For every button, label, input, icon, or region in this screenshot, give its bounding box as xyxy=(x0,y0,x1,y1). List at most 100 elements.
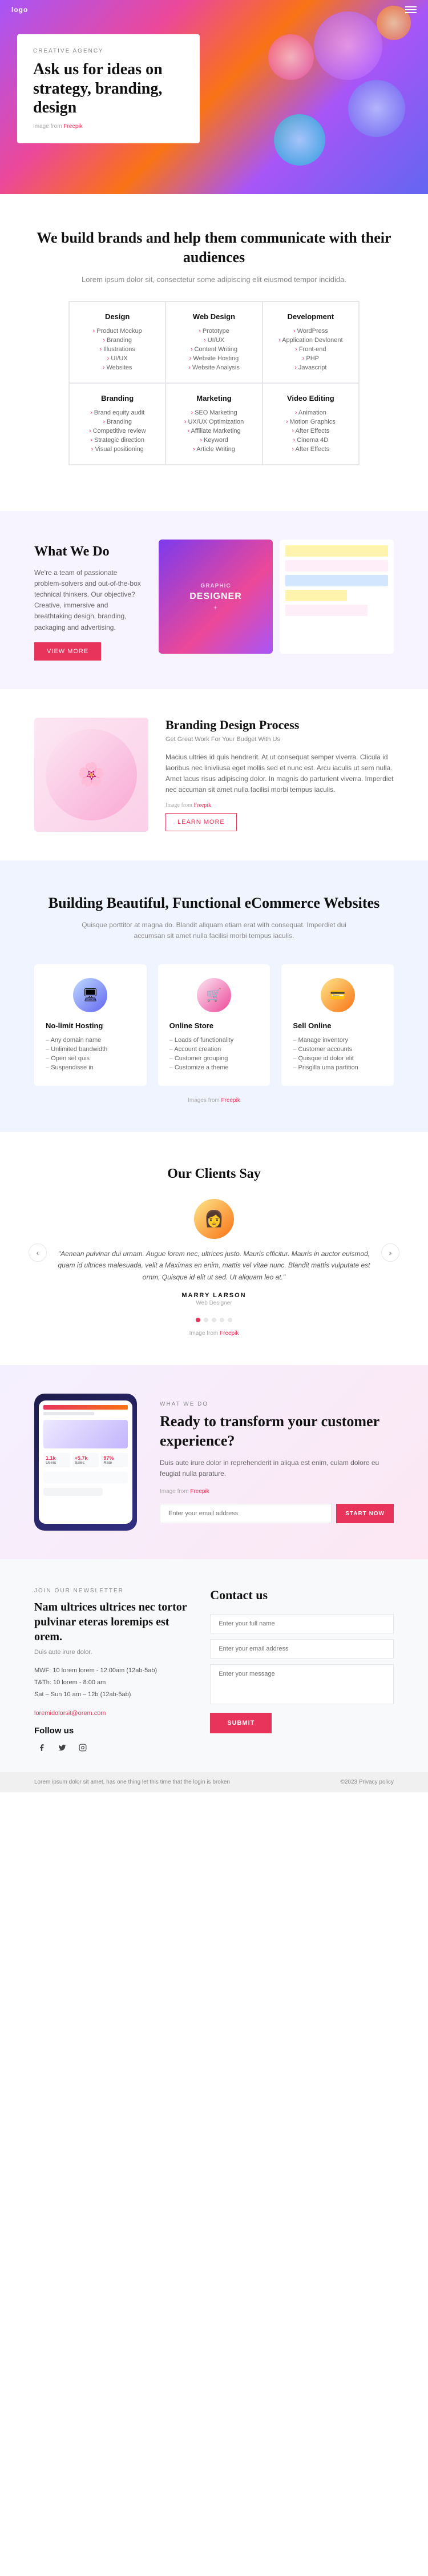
testimonial-prev[interactable]: ‹ xyxy=(29,1243,47,1262)
ecommerce-card-sell: 💳 Sell Online Manage inventory Customer … xyxy=(281,964,394,1086)
hero-credit: Image from Freepik xyxy=(33,123,184,130)
brands-heading: We build brands and help them communicat… xyxy=(34,228,394,267)
what-we-do-body: We're a team of passionate problem-solve… xyxy=(34,567,142,633)
instagram-icon[interactable] xyxy=(75,1740,90,1755)
service-item: Strategic direction xyxy=(81,436,154,445)
service-dev: Development WordPress Application Devlon… xyxy=(263,301,359,383)
newsletter-heading: Nam ultrices ultrices nec tortor pulvina… xyxy=(34,1600,187,1644)
facebook-icon[interactable] xyxy=(34,1740,49,1755)
phone-stats: 1.1k Users +5.7k Sales 97% Rate xyxy=(43,1453,128,1467)
hero-label: CREATIVE AGENCY xyxy=(33,48,184,54)
service-item: Content Writing xyxy=(177,345,250,354)
cta-start-button[interactable]: START NOW xyxy=(336,1504,394,1523)
testimonial-name: MARRY LARSON xyxy=(54,1292,374,1299)
service-dev-list: WordPress Application Devlonent Front-en… xyxy=(274,327,347,372)
dot-4[interactable] xyxy=(220,1318,224,1322)
what-we-do-images: GRAPHIC DESIGNER ✦ xyxy=(159,540,394,654)
hosting-item: Suspendisse in xyxy=(46,1063,135,1072)
testimonial-credit-link[interactable]: Freepik xyxy=(220,1330,239,1337)
newsletter-label: JOIN OUR NEWSLETTER xyxy=(34,1588,187,1594)
testimonial-quote: "Aenean pulvinar dui urnam. Augue lorem … xyxy=(54,1248,374,1283)
twitter-icon[interactable] xyxy=(55,1740,70,1755)
cta-body: Duis aute irure dolor in reprehenderit i… xyxy=(160,1458,394,1479)
dot-2[interactable] xyxy=(204,1318,208,1322)
service-webdesign-list: Prototype UI/UX Content Writing Website … xyxy=(177,327,250,372)
testimonial-next[interactable]: › xyxy=(381,1243,399,1262)
what-we-do-secondary-image xyxy=(280,540,394,654)
note-yellow2 xyxy=(285,590,347,601)
ecommerce-heading: Building Beautiful, Functional eCommerce… xyxy=(34,895,394,912)
phone-stat-sales: +5.7k Sales xyxy=(72,1453,99,1467)
hamburger-menu[interactable] xyxy=(405,6,417,13)
cta-email-input[interactable] xyxy=(160,1504,332,1523)
ecommerce-body: Quisque porttitor at magna do. Blandit a… xyxy=(71,920,357,941)
service-item: WordPress xyxy=(274,327,347,336)
service-item: Visual positioning xyxy=(81,445,154,454)
dot-1[interactable] xyxy=(196,1318,200,1322)
social-icons xyxy=(34,1740,187,1755)
bubble-1 xyxy=(314,11,382,80)
service-item: Article Writing xyxy=(177,445,250,454)
service-branding: Branding Brand equity audit Branding Com… xyxy=(69,383,165,465)
hosting-title: No-limit Hosting xyxy=(46,1021,135,1030)
hosting-icon: 🖥 xyxy=(73,978,107,1012)
store-title: Online Store xyxy=(169,1021,259,1030)
branding-sub: Get Great Work For Your Budget With Us xyxy=(165,736,394,743)
phone-bar xyxy=(43,1405,128,1410)
dot-3[interactable] xyxy=(212,1318,216,1322)
contact-email-input[interactable] xyxy=(210,1639,394,1659)
service-item: Branding xyxy=(81,417,154,426)
learn-more-button[interactable]: LEARN MORE xyxy=(165,813,237,831)
bubble-2 xyxy=(268,34,314,80)
testimonials-section: Our Clients Say ‹ 👩 "Aenean pulvinar dui… xyxy=(0,1132,428,1365)
sell-icon: 💳 xyxy=(321,978,355,1012)
cta-credit-link[interactable]: Freepik xyxy=(190,1488,209,1495)
service-item: Cinema 4D xyxy=(274,436,347,445)
branding-section: 🌸 Branding Design Process Get Great Work… xyxy=(0,689,428,860)
service-design-title: Design xyxy=(81,312,154,321)
sell-item: Quisque id dolor elit xyxy=(293,1054,382,1063)
phone-bar-sm xyxy=(43,1412,94,1415)
graphic-designer-image: GRAPHIC DESIGNER ✦ xyxy=(159,540,273,654)
branding-text: Branding Design Process Get Great Work F… xyxy=(165,718,394,743)
contact-name-input[interactable] xyxy=(210,1614,394,1633)
store-item: Loads of functionality xyxy=(169,1036,259,1045)
carousel-dots xyxy=(34,1318,394,1322)
branding-credit-link[interactable]: Freepik xyxy=(193,802,211,808)
contact-message-input[interactable] xyxy=(210,1664,394,1704)
testimonial-container: 👩 "Aenean pulvinar dui urnam. Augue lore… xyxy=(54,1199,374,1306)
sell-item: Manage inventory xyxy=(293,1036,382,1045)
bottom-bar-text: Lorem ipsum dolor sit amet, has one thin… xyxy=(34,1779,230,1785)
service-item: Product Mockup xyxy=(81,327,154,336)
footer-newsletter: JOIN OUR NEWSLETTER Nam ultrices ultrice… xyxy=(34,1588,187,1755)
testimonial-credit: Image from Freepik xyxy=(34,1330,394,1337)
service-item: Website Analysis xyxy=(177,363,250,372)
view-more-button[interactable]: VIEW MORE xyxy=(34,642,101,661)
hero-credit-link[interactable]: Freepik xyxy=(63,123,82,130)
footer-email[interactable]: loremidolorsit@orem.com xyxy=(34,1710,187,1717)
contact-heading: Contact us xyxy=(210,1588,394,1603)
service-item: Keyword xyxy=(177,436,250,445)
service-item: Animation xyxy=(274,408,347,417)
service-item: Websites xyxy=(81,363,154,372)
what-we-do-text: What We Do We're a team of passionate pr… xyxy=(34,540,142,661)
service-item: PHP xyxy=(274,354,347,363)
service-item: Front-end xyxy=(274,345,347,354)
branding-heading: Branding Design Process xyxy=(165,718,394,732)
service-item: Branding xyxy=(81,336,154,345)
footer-hours: MWF: 10 lorem lorem - 12:00am (12ab-5ab)… xyxy=(34,1665,187,1701)
service-video: Video Editing Animation Motion Graphics … xyxy=(263,383,359,465)
bottom-bar: Lorem ipsum dolor sit amet, has one thin… xyxy=(0,1772,428,1792)
brands-body: Lorem ipsum dolor sit, consectetur some … xyxy=(34,275,394,284)
service-marketing-list: SEO Marketing UX/UX Optimization Affilia… xyxy=(177,408,250,454)
ecommerce-section: Building Beautiful, Functional eCommerce… xyxy=(0,860,428,1132)
cta-phone: 1.1k Users +5.7k Sales 97% Rate xyxy=(34,1394,137,1531)
store-icon: 🛒 xyxy=(197,978,231,1012)
service-item: Affiliate Marketing xyxy=(177,426,250,436)
dot-5[interactable] xyxy=(228,1318,232,1322)
service-dev-title: Development xyxy=(274,312,347,321)
ecommerce-credit-link[interactable]: Freepik xyxy=(221,1097,240,1104)
service-webdesign: Web Design Prototype UI/UX Content Writi… xyxy=(165,301,262,383)
privacy-policy[interactable]: ©2023 Privacy policy xyxy=(340,1779,394,1785)
contact-submit-button[interactable]: SUBMIT xyxy=(210,1713,272,1733)
